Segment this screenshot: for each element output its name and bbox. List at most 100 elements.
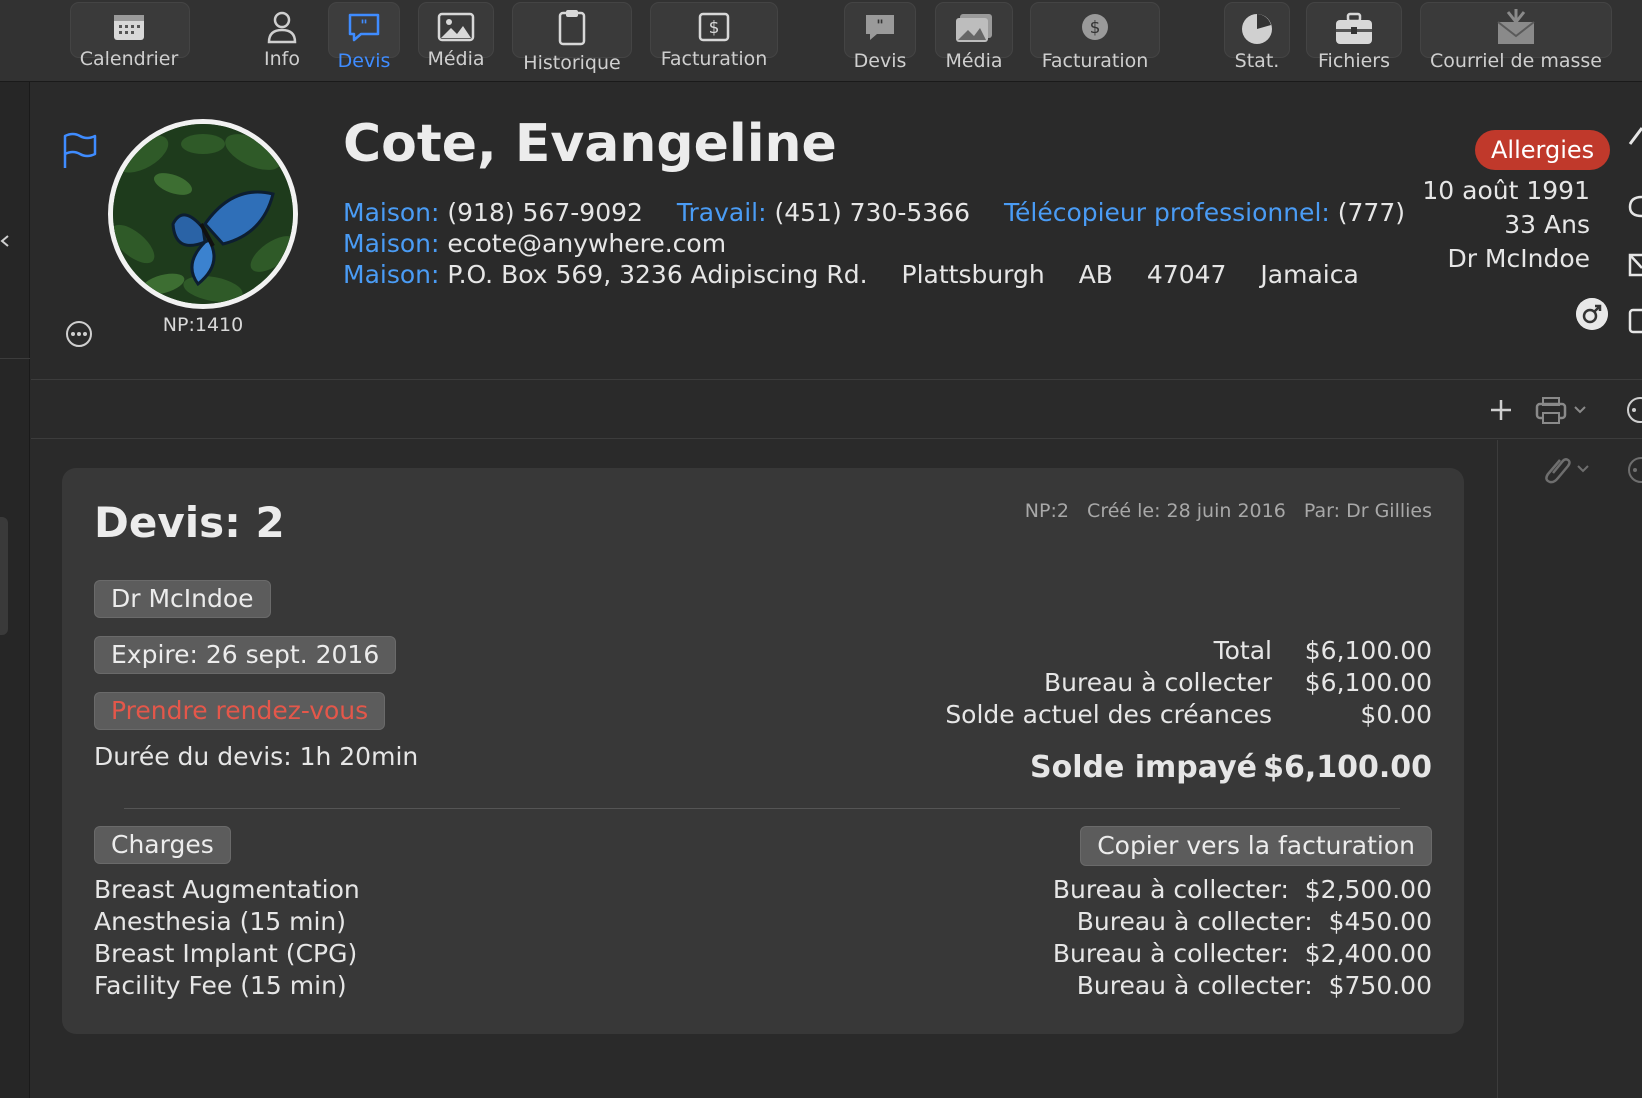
expire-pill[interactable]: Expire: 26 sept. 2016: [94, 636, 397, 674]
address-city[interactable]: Plattsburgh: [902, 260, 1045, 289]
clipboard-icon: [558, 10, 586, 46]
charge-amount: Bureau à collecter: $450.00: [1076, 907, 1432, 936]
total-value: $6,100.00: [1304, 636, 1432, 665]
email-label: Maison:: [343, 229, 440, 258]
toolbar-calendar-label: Calendrier: [79, 48, 179, 70]
dollar-icon: $: [698, 12, 730, 42]
toolbar-stats-label: Stat.: [1234, 50, 1280, 72]
patient-header: NP:1410 Cote, Evangeline Maison: (918) 5…: [31, 82, 1642, 380]
book-appointment-button[interactable]: Prendre rendez-vous: [94, 692, 386, 730]
left-strip-handle[interactable]: [0, 517, 8, 635]
more-options-icon[interactable]: [1625, 456, 1642, 484]
card-divider: [124, 808, 1400, 809]
svg-text:": ": [360, 18, 367, 34]
chevron-left-icon[interactable]: [0, 234, 10, 248]
image-icon: [437, 12, 475, 42]
mass-mail-icon: [1497, 9, 1535, 44]
toolbar-info-label[interactable]: Info: [264, 48, 300, 70]
flag-icon[interactable]: [61, 132, 99, 170]
receivables-row: Solde actuel des créances $0.00: [945, 700, 1432, 732]
charge-item[interactable]: Facility Fee (15 min): [94, 970, 360, 1002]
toolbar-history-label: Historique: [523, 52, 621, 74]
work-phone-label: Travail:: [676, 198, 767, 227]
patient-dob: 10 août 1991: [1422, 176, 1590, 205]
toolbar-billing-2-label: Facturation: [1041, 50, 1149, 72]
image-icon: [956, 14, 992, 42]
more-options-icon[interactable]: [65, 320, 93, 348]
allergies-badge[interactable]: Allergies: [1475, 130, 1611, 170]
office-collect-label: Bureau à collecter: [1043, 668, 1272, 697]
svg-text:$: $: [709, 18, 720, 38]
left-strip-divider: [0, 358, 30, 359]
charges-pill[interactable]: Charges: [94, 826, 231, 864]
toolbar-quote-2-label: Devis: [853, 50, 907, 72]
receivables-label: Solde actuel des créances: [945, 700, 1272, 729]
address-street[interactable]: P.O. Box 569, 3236 Adipiscing Rd.: [447, 260, 867, 289]
edit-pencil-icon[interactable]: [1628, 124, 1642, 146]
butterfly-photo-icon: [113, 124, 293, 304]
unpaid-balance-label: Solde impayé: [1029, 750, 1257, 785]
patient-np-id: NP:1410: [162, 314, 244, 336]
quote-icon: ": [866, 15, 894, 40]
more-options-icon[interactable]: [1624, 396, 1642, 424]
toolbar-files-label: Fichiers: [1318, 50, 1390, 72]
charge-list: Breast Augmentation Anesthesia (15 min) …: [94, 874, 360, 1002]
quote-totals: Total $6,100.00 Bureau à collecter $6,10…: [945, 636, 1432, 785]
right-side-panel: [1497, 440, 1642, 1098]
charge-amount: Bureau à collecter: $2,400.00: [1052, 939, 1432, 968]
copy-to-billing-button[interactable]: Copier vers la facturation: [1080, 826, 1432, 866]
add-icon[interactable]: [1488, 397, 1514, 423]
dollar-icon: $: [1082, 14, 1108, 40]
paperclip-icon[interactable]: [1540, 454, 1594, 484]
quote-action-bar: [31, 381, 1642, 439]
patient-avatar[interactable]: [108, 119, 298, 309]
svg-text:$: $: [1090, 18, 1101, 38]
toolbar-mass-mail-label: Courriel de masse: [1430, 50, 1602, 72]
patient-name: Cote, Evangeline: [343, 114, 837, 174]
work-phone-value[interactable]: (451) 730-5366: [774, 198, 970, 227]
charge-item[interactable]: Anesthesia (15 min): [94, 906, 360, 938]
home-phone-value[interactable]: (918) 567-9092: [447, 198, 643, 227]
print-icon[interactable]: [1535, 395, 1589, 425]
patient-age: 33 Ans: [1504, 210, 1590, 239]
total-row: Total $6,100.00: [945, 636, 1432, 668]
quote-card: Devis: 2 NP:2 Créé le: 28 juin 2016 Par:…: [62, 468, 1464, 1034]
patient-doctor: Dr McIndoe: [1447, 244, 1590, 273]
main-toolbar: Calendrier Info " Devis Média Historique…: [0, 0, 1642, 82]
charge-amounts: Bureau à collecter: $2,500.00 Bureau à c…: [1053, 874, 1432, 1002]
charge-amount: Bureau à collecter: $750.00: [1076, 971, 1432, 1000]
charge-item[interactable]: Breast Augmentation: [94, 874, 360, 906]
briefcase-icon: [1336, 12, 1372, 44]
toolbar-quote-label: Devis: [337, 50, 391, 72]
quote-icon: ": [348, 13, 380, 42]
office-collect-row: Bureau à collecter $6,100.00: [945, 668, 1432, 700]
unpaid-balance-row: Solde impayé $6,100.00: [945, 750, 1432, 785]
left-sidebar-strip: [0, 82, 30, 1098]
toolbar-media-label: Média: [427, 48, 485, 70]
address-province[interactable]: AB: [1079, 260, 1113, 289]
patient-email-row: Maison: ecote@anywhere.com: [343, 229, 726, 258]
address-postal[interactable]: 47047: [1147, 260, 1227, 289]
quote-title: Devis: 2: [94, 498, 285, 547]
clipboard-side-icon[interactable]: [1628, 304, 1642, 334]
svg-text:": ": [876, 18, 883, 34]
receivables-value: $0.00: [1360, 700, 1432, 729]
home-phone-label: Maison:: [343, 198, 440, 227]
toolbar-billing-label: Facturation: [660, 48, 768, 70]
mail-icon[interactable]: [1628, 252, 1642, 278]
email-value[interactable]: ecote@anywhere.com: [447, 229, 726, 258]
quote-meta: NP:2 Créé le: 28 juin 2016 Par: Dr Gilli…: [1024, 500, 1432, 522]
person-icon[interactable]: [266, 10, 298, 44]
male-gender-icon[interactable]: [1576, 298, 1608, 330]
total-label: Total: [1213, 636, 1272, 665]
charge-item[interactable]: Breast Implant (CPG): [94, 938, 360, 970]
doctor-pill[interactable]: Dr McIndoe: [94, 580, 271, 618]
address-country[interactable]: Jamaica: [1260, 260, 1358, 289]
unpaid-balance-value: $6,100.00: [1263, 750, 1432, 785]
patient-phones-row: Maison: (918) 567-9092 Travail: (451) 73…: [343, 198, 1405, 227]
quote-duration: Durée du devis: 1h 20min: [94, 742, 419, 771]
fax-value[interactable]: (777): [1338, 198, 1405, 227]
message-bubble-icon[interactable]: [1628, 194, 1642, 224]
patient-address-row: Maison: P.O. Box 569, 3236 Adipiscing Rd…: [343, 260, 1359, 289]
pie-chart-icon: [1242, 14, 1272, 44]
